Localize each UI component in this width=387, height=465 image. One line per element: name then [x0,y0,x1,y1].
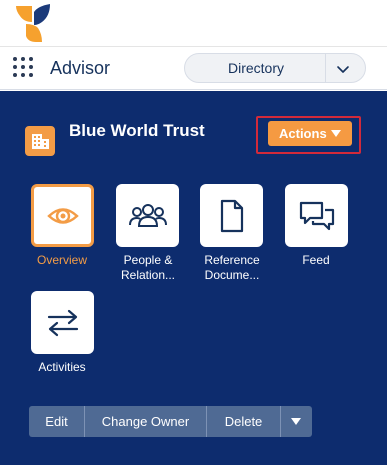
app-launcher-icon[interactable] [13,57,35,79]
actions-button-label: Actions [279,126,327,141]
app-nav-bar: Advisor Directory [0,47,387,90]
tile-label-people-relationships: People & Relation... [120,253,176,282]
tile-reference-documents[interactable] [200,184,263,247]
record-button-group: Edit Change Owner Delete [29,406,312,437]
building-icon [25,126,55,156]
people-icon [128,203,167,227]
tile-activities[interactable] [31,291,94,354]
directory-selector[interactable]: Directory [184,53,366,83]
actions-button[interactable]: Actions [268,121,352,146]
selector-divider [325,54,326,82]
record-title: Blue World Trust [69,121,205,140]
chat-icon [299,201,334,230]
eye-icon [46,207,79,224]
more-actions-button[interactable] [281,406,312,437]
edit-button[interactable]: Edit [29,406,85,437]
chevron-down-icon[interactable] [335,61,351,77]
directory-selector-label: Directory [227,60,284,76]
tile-label-activities: Activities [38,360,86,374]
tile-label-feed: Feed [302,253,330,267]
tile-overview[interactable] [31,184,94,247]
tile-people-relationships[interactable] [116,184,179,247]
tile-label-overview: Overview [36,253,87,267]
document-icon [220,199,243,232]
brand-logo[interactable] [12,2,56,44]
tile-label-reference-documents: Reference Docume... [204,253,260,282]
swap-arrows-icon [47,309,78,336]
caret-down-icon [291,418,301,425]
logo-bar [0,0,387,47]
tile-feed[interactable] [285,184,348,247]
delete-button[interactable]: Delete [207,406,281,437]
caret-down-icon [331,130,341,137]
change-owner-button[interactable]: Change Owner [85,406,207,437]
app-name: Advisor [50,58,111,78]
